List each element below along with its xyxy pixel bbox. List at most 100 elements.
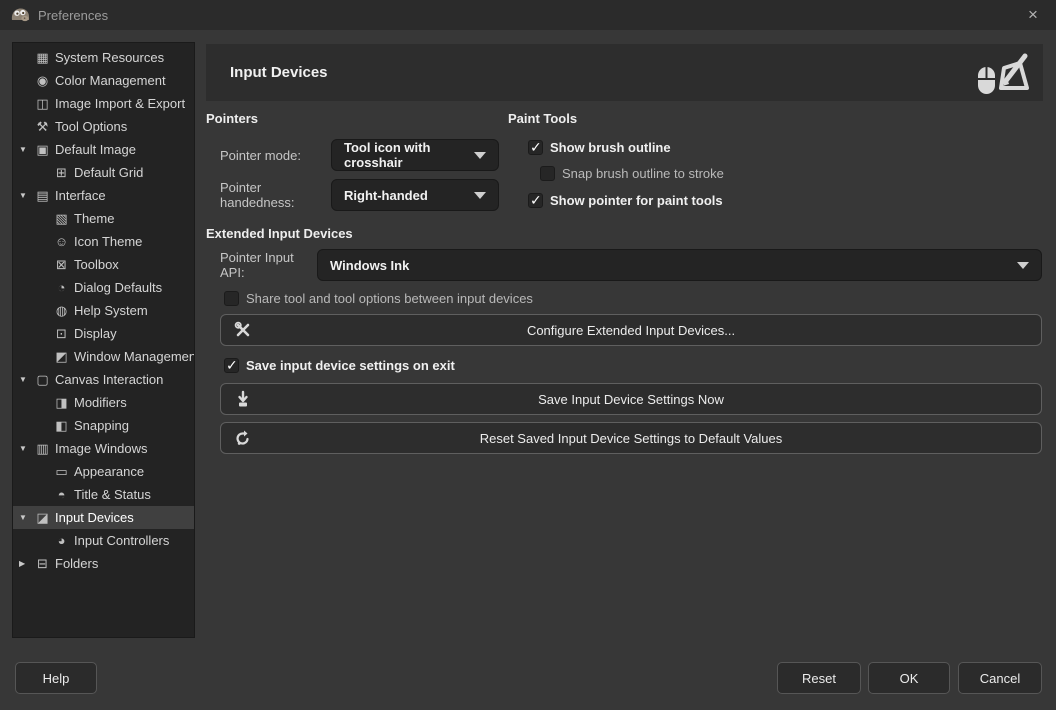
pointer-input-api-value: Windows Ink	[330, 258, 409, 273]
page-header: Input Devices	[206, 44, 1043, 101]
sidebar-item-label: Color Management	[55, 73, 166, 88]
checkbox-checked-icon[interactable]	[224, 358, 239, 373]
snapping-icon: ◧	[53, 418, 70, 434]
reset-saved-settings-button[interactable]: Reset Saved Input Device Settings to Def…	[220, 422, 1042, 454]
ok-button[interactable]: OK	[868, 662, 950, 694]
sidebar-item-label: Default Image	[55, 142, 136, 157]
sidebar-item-tool-options[interactable]: ⚒ Tool Options	[13, 115, 194, 138]
icon-theme-icon: ☺	[53, 234, 70, 249]
reset-button[interactable]: Reset	[777, 662, 861, 694]
expander-down-icon[interactable]: ▼	[19, 191, 34, 200]
tool-options-icon: ⚒	[34, 119, 51, 135]
checkbox-label: Save input device settings on exit	[246, 358, 455, 373]
sidebar-item-default-image[interactable]: ▼ ▣ Default Image	[13, 138, 194, 161]
save-settings-on-exit-checkbox[interactable]: Save input device settings on exit	[224, 358, 455, 373]
system-resources-icon: ▦	[34, 50, 51, 66]
sidebar-item-label: Theme	[74, 211, 114, 226]
sidebar-item-input-devices[interactable]: ▼ ◪ Input Devices	[13, 506, 194, 529]
sidebar-item-canvas-interaction[interactable]: ▼ ▢ Canvas Interaction	[13, 368, 194, 391]
sidebar-item-icon-theme[interactable]: ☺ Icon Theme	[13, 230, 194, 253]
share-tool-options-checkbox[interactable]: Share tool and tool options between inpu…	[224, 291, 533, 306]
pointer-input-api-dropdown[interactable]: Windows Ink	[317, 249, 1042, 281]
sidebar-item-appearance[interactable]: ▭ Appearance	[13, 460, 194, 483]
expander-right-icon[interactable]: ▶	[19, 559, 34, 568]
sidebar-item-label: Dialog Defaults	[74, 280, 162, 295]
page-title: Input Devices	[230, 64, 328, 81]
chevron-down-icon	[474, 152, 486, 159]
save-input-device-settings-button[interactable]: Save Input Device Settings Now	[220, 383, 1042, 415]
window-management-icon: ◩	[53, 349, 70, 365]
show-pointer-paint-tools-checkbox[interactable]: Show pointer for paint tools	[528, 193, 723, 208]
pointer-input-api-label: Pointer Input API:	[220, 250, 317, 280]
expander-down-icon[interactable]: ▼	[19, 513, 34, 522]
sidebar-item-window-management[interactable]: ◩ Window Management	[13, 345, 194, 368]
sidebar-item-label: Icon Theme	[74, 234, 142, 249]
gimp-wilber-icon	[10, 7, 30, 23]
modifiers-icon: ◨	[53, 395, 70, 411]
pointer-handedness-value: Right-handed	[344, 188, 428, 203]
checkbox-checked-icon[interactable]	[528, 140, 543, 155]
image-windows-icon: ▥	[34, 441, 51, 457]
cancel-button[interactable]: Cancel	[958, 662, 1042, 694]
sidebar-item-input-controllers[interactable]: ◕ Input Controllers	[13, 529, 194, 552]
theme-icon: ▧	[53, 211, 70, 227]
sidebar-item-image-import-export[interactable]: ◫ Image Import & Export	[13, 92, 194, 115]
sidebar-item-label: Image Windows	[55, 441, 147, 456]
close-icon[interactable]: ×	[1010, 0, 1056, 30]
input-devices-header-icon	[973, 50, 1031, 96]
sidebar-item-label: Modifiers	[74, 395, 127, 410]
checkbox-unchecked-icon[interactable]	[224, 291, 239, 306]
pointer-mode-dropdown[interactable]: Tool icon with crosshair	[331, 139, 499, 171]
sidebar-item-label: Default Grid	[74, 165, 143, 180]
sidebar-item-modifiers[interactable]: ◨ Modifiers	[13, 391, 194, 414]
sidebar-item-toolbox[interactable]: ⊠ Toolbox	[13, 253, 194, 276]
folders-icon: ⊟	[34, 556, 51, 572]
sidebar-item-snapping[interactable]: ◧ Snapping	[13, 414, 194, 437]
pointer-input-api-row: Pointer Input API: Windows Ink	[220, 249, 1042, 281]
input-controllers-icon: ◕	[53, 533, 70, 548]
sidebar-item-color-management[interactable]: ◉ Color Management	[13, 69, 194, 92]
pointer-mode-label: Pointer mode:	[220, 148, 331, 163]
checkbox-label: Show pointer for paint tools	[550, 193, 723, 208]
titlebar: Preferences ×	[0, 0, 1056, 30]
checkbox-label: Show brush outline	[550, 140, 671, 155]
expander-down-icon[interactable]: ▼	[19, 444, 34, 453]
button-label: Configure Extended Input Devices...	[527, 323, 735, 338]
show-brush-outline-checkbox[interactable]: Show brush outline	[528, 140, 671, 155]
sidebar-item-system-resources[interactable]: ▦ System Resources	[13, 46, 194, 69]
sidebar-item-dialog-defaults[interactable]: ◔ Dialog Defaults	[13, 276, 194, 299]
interface-icon: ▤	[34, 188, 51, 204]
help-system-icon: ◍	[53, 303, 70, 319]
pointer-mode-value: Tool icon with crosshair	[344, 140, 474, 170]
pointer-handedness-label: Pointer handedness:	[220, 180, 331, 210]
sidebar-item-interface[interactable]: ▼ ▤ Interface	[13, 184, 194, 207]
help-button[interactable]: Help	[15, 662, 97, 694]
canvas-interaction-icon: ▢	[34, 372, 51, 388]
checkbox-checked-icon[interactable]	[528, 193, 543, 208]
sidebar-item-image-windows[interactable]: ▼ ▥ Image Windows	[13, 437, 194, 460]
configure-extended-input-devices-button[interactable]: Configure Extended Input Devices...	[220, 314, 1042, 346]
reset-undo-icon	[233, 428, 253, 448]
extended-input-devices-heading: Extended Input Devices	[206, 226, 353, 241]
sidebar-item-title-status[interactable]: ◓ Title & Status	[13, 483, 194, 506]
sidebar-item-theme[interactable]: ▧ Theme	[13, 207, 194, 230]
checkbox-unchecked-icon[interactable]	[540, 166, 555, 181]
sidebar-item-label: Tool Options	[55, 119, 127, 134]
sidebar-item-label: System Resources	[55, 50, 164, 65]
toolbox-icon: ⊠	[53, 257, 70, 273]
expander-down-icon[interactable]: ▼	[19, 375, 34, 384]
display-icon: ⊡	[53, 326, 70, 342]
pointer-handedness-dropdown[interactable]: Right-handed	[331, 179, 499, 211]
sidebar-item-label: Window Management	[74, 349, 195, 364]
sidebar-item-display[interactable]: ⊡ Display	[13, 322, 194, 345]
sidebar-item-folders[interactable]: ▶ ⊟ Folders	[13, 552, 194, 575]
snap-brush-outline-checkbox[interactable]: Snap brush outline to stroke	[540, 166, 724, 181]
button-label: Reset Saved Input Device Settings to Def…	[480, 431, 783, 446]
expander-down-icon[interactable]: ▼	[19, 145, 34, 154]
sidebar-item-label: Toolbox	[74, 257, 119, 272]
sidebar-item-default-grid[interactable]: ⊞ Default Grid	[13, 161, 194, 184]
input-devices-icon: ◪	[34, 510, 51, 526]
sidebar-item-label: Help System	[74, 303, 148, 318]
pointers-heading: Pointers	[206, 111, 258, 126]
sidebar-item-help-system[interactable]: ◍ Help System	[13, 299, 194, 322]
